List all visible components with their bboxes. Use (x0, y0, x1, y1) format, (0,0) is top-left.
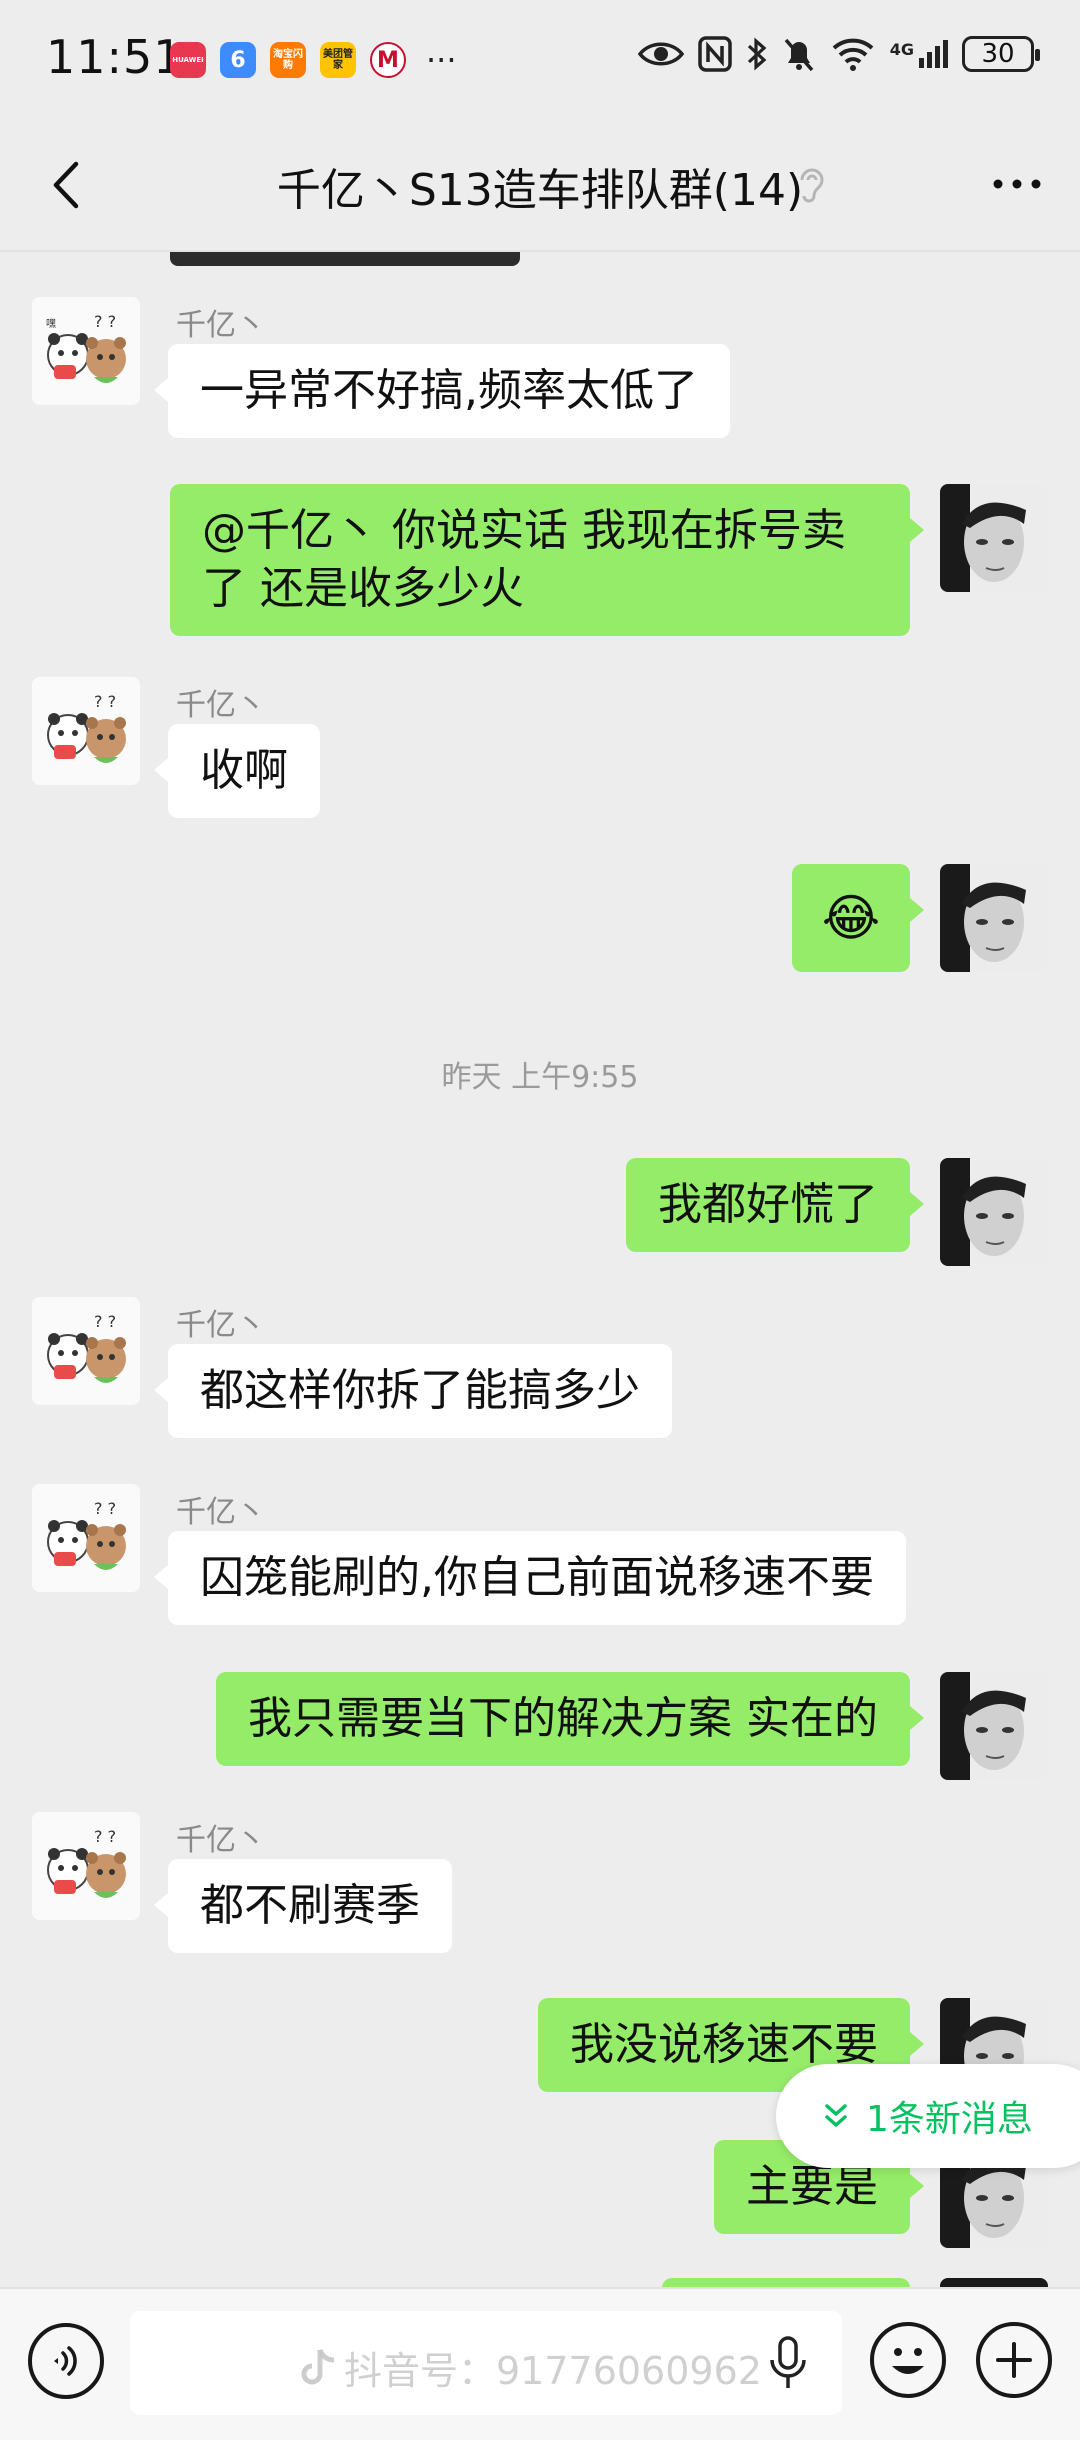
network-signal: 4G (890, 40, 948, 68)
voice-icon (54, 2346, 77, 2376)
sender-name: 千亿丶 (176, 1308, 266, 1343)
man-portrait-avatar-icon (940, 864, 1048, 972)
sender-name: 千亿丶 (176, 308, 266, 343)
avatar[interactable] (940, 484, 1048, 592)
new-message-indicator[interactable]: 1条新消息 (776, 2064, 1080, 2168)
svg-text:? ?: ? ? (94, 1827, 116, 1846)
panda-bear-avatar-icon: ? ? (32, 1484, 140, 1592)
message-line: 了 还是收多少火 (202, 563, 524, 614)
status-time: 11:51 (46, 30, 184, 84)
huawei-app-icon: HUAWEI (170, 42, 206, 78)
status-right-icons: 4G 30 (637, 36, 1040, 72)
douyin-logo-icon (301, 2348, 335, 2384)
network-type-label: 4G (889, 40, 914, 59)
blue-app-icon: 6 (220, 42, 256, 78)
avatar[interactable] (940, 1158, 1048, 1266)
message-bubble[interactable]: 囚笼能刷的,你自己前面说移速不要 (154, 1531, 906, 1625)
svg-text:? ?: ? ? (94, 692, 116, 711)
laughing-crying-emoji: 😂 (821, 889, 881, 947)
sender-name: 千亿丶 (176, 688, 266, 723)
chat-message-list[interactable]: ? ? 嘿 千亿丶 一异常不好搞,频率太低了 @千亿丶 你说实话 我现在拆号卖 了… (0, 252, 1080, 2287)
ear-icon (800, 168, 824, 203)
new-message-label: 1条新消息 (866, 2099, 1033, 2140)
panda-bear-avatar-icon: ? ? (32, 1812, 140, 1920)
wechat-chat-screen: 11:51 HUAWEI 6 淘宝闪购 美团管家 M ··· 4G 30 千亿丶… (0, 0, 1080, 2440)
mute-bell-icon (784, 38, 814, 72)
avatar[interactable]: ? ? (32, 677, 140, 785)
message-bubble[interactable]: 一异常不好搞,频率太低了 (154, 344, 730, 438)
emoji-button[interactable] (870, 2322, 946, 2398)
taobao-flash-app-icon: 淘宝闪购 (270, 42, 306, 78)
avatar[interactable]: ? ? (32, 1484, 140, 1592)
image-message-partial[interactable] (170, 252, 520, 266)
svg-text:? ?: ? ? (94, 1312, 116, 1331)
emoji-message-bubble[interactable]: 😂 (792, 864, 924, 972)
status-bar: 11:51 HUAWEI 6 淘宝闪购 美团管家 M ··· 4G 30 (0, 0, 1080, 120)
sender-name: 千亿丶 (176, 1823, 266, 1858)
avatar[interactable]: ? ? (32, 1812, 140, 1920)
message-bubble[interactable]: 我只需要当下的解决方案 实在的 (216, 1672, 924, 1766)
meituan-app-icon: 美团管家 (320, 42, 356, 78)
chat-title-bar: 千亿丶S13造车排队群(14) (0, 120, 1080, 250)
douyin-id: 抖音号：91776060962 (344, 2349, 762, 2393)
avatar[interactable] (940, 864, 1048, 972)
message-bubble-partial[interactable] (662, 2278, 910, 2287)
wifi-icon (832, 38, 874, 71)
more-dots-icon (993, 179, 1041, 189)
svg-text:? ?: ? ? (94, 1499, 116, 1518)
man-portrait-avatar-icon (940, 484, 1048, 592)
panda-bear-avatar-icon: ? ? (32, 1297, 140, 1405)
status-app-icons: HUAWEI 6 淘宝闪购 美团管家 M ··· (170, 42, 457, 78)
eye-icon (637, 42, 684, 66)
svg-text:? ?: ? ? (94, 312, 116, 331)
chat-title: 千亿丶S13造车排队群(14) (276, 165, 804, 216)
avatar[interactable] (940, 1672, 1048, 1780)
man-portrait-avatar-icon (940, 1158, 1048, 1266)
douyin-watermark: 抖音号：91776060962 (300, 2340, 762, 2395)
avatar[interactable]: ? ? (32, 1297, 140, 1405)
more-options-button[interactable] (982, 154, 1052, 214)
message-line: @千亿丶 你说实话 我现在拆号卖 (202, 505, 846, 556)
message-bubble[interactable]: @千亿丶 你说实话 我现在拆号卖 了 还是收多少火 (170, 484, 924, 636)
status-more-icon: ··· (426, 41, 457, 79)
svg-text:嘿: 嘿 (46, 318, 56, 330)
panda-bear-avatar-icon: ? ? 嘿 (32, 297, 140, 405)
microphone-icon[interactable] (768, 2336, 808, 2392)
sender-name: 千亿丶 (176, 1495, 266, 1530)
message-bubble[interactable]: 收啊 (154, 724, 320, 818)
chat-timestamp: 昨天 上午9:55 (441, 1060, 639, 1095)
bluetooth-icon (747, 37, 767, 71)
nfc-icon (697, 36, 732, 72)
smiley-icon (892, 2348, 924, 2374)
voice-input-button[interactable] (28, 2323, 104, 2399)
cmb-app-icon: M (370, 42, 406, 78)
message-bubble[interactable]: 都不刷赛季 (154, 1859, 452, 1953)
message-bubble[interactable]: 我都好慌了 (626, 1158, 924, 1252)
more-functions-button[interactable] (976, 2322, 1052, 2398)
avatar[interactable] (940, 2278, 1048, 2287)
double-chevron-down-icon (825, 2104, 847, 2127)
battery-indicator: 30 (962, 36, 1040, 72)
panda-bear-avatar-icon: ? ? (32, 677, 140, 785)
message-bubble[interactable]: 都这样你拆了能搞多少 (154, 1344, 672, 1438)
plus-icon (996, 2342, 1032, 2378)
avatar[interactable]: ? ? 嘿 (32, 297, 140, 405)
man-portrait-avatar-icon (940, 1672, 1048, 1780)
